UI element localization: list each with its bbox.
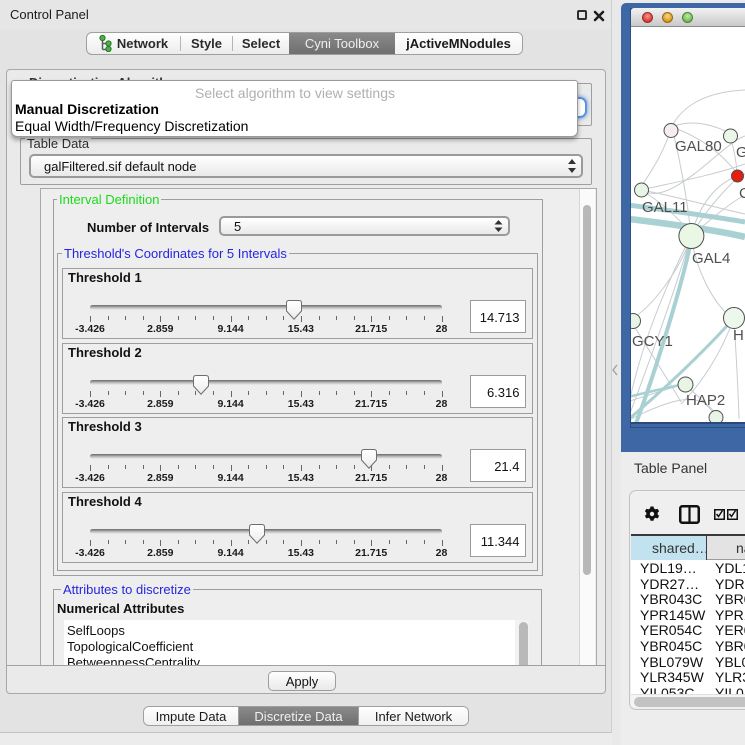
svg-text:GAL4: GAL4 bbox=[692, 250, 730, 267]
svg-text:HAP2: HAP2 bbox=[686, 392, 725, 409]
svg-text:G: G bbox=[736, 144, 745, 161]
svg-text:GAL11: GAL11 bbox=[642, 199, 688, 216]
svg-text:C: C bbox=[739, 185, 745, 202]
svg-text:GAL80: GAL80 bbox=[675, 138, 722, 155]
svg-text:H: H bbox=[733, 327, 744, 344]
svg-text:GCY1: GCY1 bbox=[632, 333, 673, 350]
